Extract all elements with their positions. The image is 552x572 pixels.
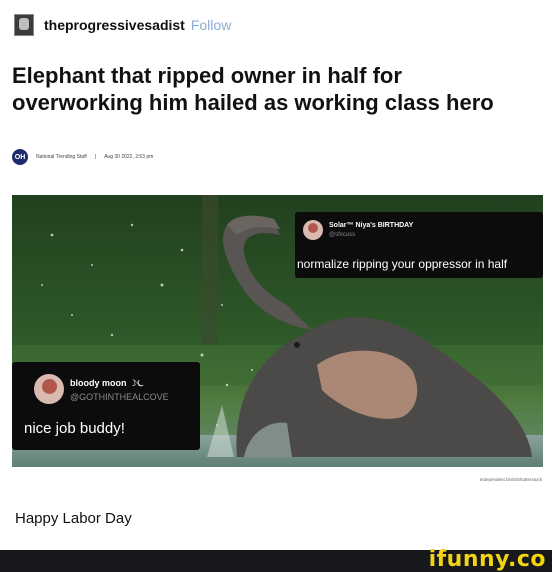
source-logo-icon: OH <box>12 149 28 165</box>
tweet-avatar-right <box>303 220 323 240</box>
tweet-text-left: nice job buddy! <box>24 420 125 437</box>
tweet-name-left: bloody moon ☽⏾ <box>70 378 145 388</box>
photo-credit: Independent birds/Shutterstock <box>479 477 542 482</box>
tweet-avatar-left <box>34 374 64 404</box>
article-byline: OH National Trending Staff | Aug 30 2022… <box>12 149 153 165</box>
article-date: Aug 30 2022, 2:53 pm <box>104 154 154 160</box>
post-caption: Happy Labor Day <box>15 510 132 527</box>
tweet-text-right: normalize ripping your oppressor in half <box>297 257 508 271</box>
username-link[interactable]: theprogressivesadist <box>44 17 185 33</box>
follow-button[interactable]: Follow <box>191 17 231 33</box>
tweet-card-left: bloody moon ☽⏾ @GOTHINTHEALCOVE nice job… <box>12 362 200 450</box>
article-headline: Elephant that ripped owner in half for o… <box>12 63 494 115</box>
elephant-photo: Solar™ Niya's BIRTHDAY @sfxcuss normaliz… <box>12 195 543 467</box>
article-author: National Trending Staff <box>36 154 87 160</box>
user-avatar[interactable] <box>14 14 34 36</box>
tweet-name-right: Solar™ Niya's BIRTHDAY <box>329 222 414 229</box>
post-header: theprogressivesadist Follow <box>14 8 231 42</box>
tweet-handle-left: @GOTHINTHEALCOVE <box>70 392 169 402</box>
tweet-handle-right: @sfxcuss <box>329 232 356 238</box>
tweet-card-right: Solar™ Niya's BIRTHDAY @sfxcuss normaliz… <box>295 212 543 278</box>
footer-bar: ifunny.co <box>0 547 552 572</box>
byline-separator: | <box>94 154 97 160</box>
ifunny-watermark-logo: ifunny.co <box>428 547 546 572</box>
